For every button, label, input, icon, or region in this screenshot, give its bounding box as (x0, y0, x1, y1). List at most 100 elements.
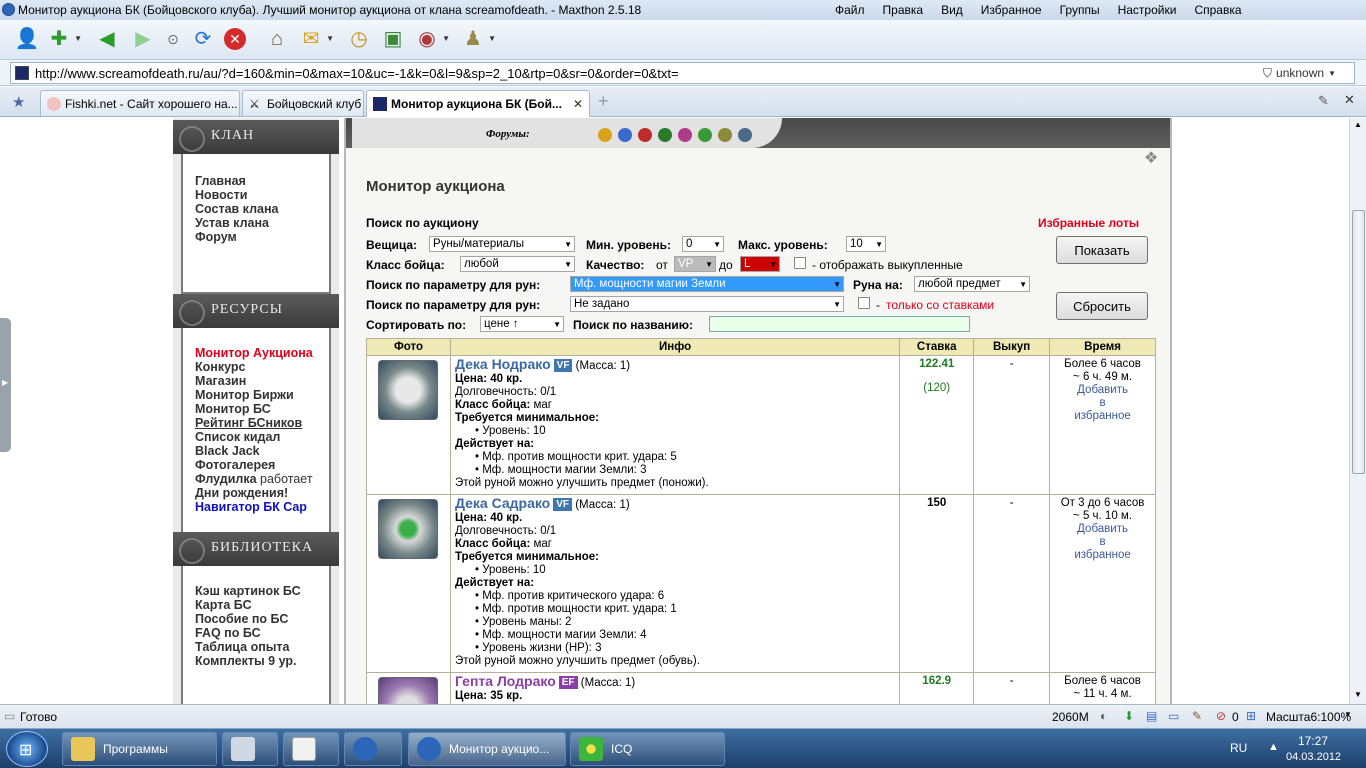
language-indicator[interactable]: RU (1230, 741, 1247, 755)
screenshot-icon[interactable]: ▭ (1168, 709, 1179, 723)
forum-icon-7[interactable] (718, 128, 732, 142)
sidebar-link-exchange-monitor[interactable]: Монитор Биржи (183, 388, 329, 402)
min-level-select[interactable]: 0 (682, 236, 724, 252)
clock-icon[interactable]: ◷ (346, 26, 372, 52)
rune-param2-select[interactable]: Не задано (570, 296, 844, 312)
item-name-link[interactable]: Дека Садрако (455, 495, 550, 511)
sidebar-link-sets[interactable]: Комплекты 9 ур. (183, 654, 329, 668)
sidebar-link-image-cache[interactable]: Кэш картинок БС (183, 584, 329, 598)
reset-button[interactable]: Сбросить (1056, 292, 1148, 320)
mouse-icon[interactable]: ◐ (1100, 709, 1107, 723)
rune-on-select[interactable]: любой предмет (914, 276, 1030, 292)
forum-icon-5[interactable] (678, 128, 692, 142)
home-icon[interactable]: ⌂ (264, 26, 290, 52)
sidebar-link-shop[interactable]: Магазин (183, 374, 329, 388)
name-search-input[interactable] (709, 316, 970, 332)
privacy-mask-icon[interactable]: ◉ ▼ (414, 26, 450, 52)
tab-fight-club[interactable]: ⚔ Бойцовский клуб (242, 90, 364, 116)
chevron-down-icon[interactable]: ▼ (1328, 69, 1336, 78)
sidebar-link-black-jack[interactable]: Black Jack (183, 444, 329, 458)
sidebar-link-bs-map[interactable]: Карта БС (183, 598, 329, 612)
forum-icon-6[interactable] (698, 128, 712, 142)
show-button[interactable]: Показать (1056, 236, 1148, 264)
scroll-down-icon[interactable]: ▼ (1354, 690, 1362, 699)
sidebar-link-news[interactable]: Новости (183, 188, 329, 202)
add-to-favorites-link[interactable]: Добавить в избранное (1074, 523, 1130, 561)
sidebar-link-birthdays[interactable]: Дни рождения! (183, 486, 329, 500)
chevron-down-icon[interactable]: ▼ (74, 35, 82, 43)
menu-groups[interactable]: Группы (1051, 0, 1109, 20)
sidebar-link-navigator[interactable]: Навигатор БК Cap (183, 500, 329, 514)
forum-icon-3[interactable] (638, 128, 652, 142)
add-to-favorites-link[interactable]: Добавить в избранное (1074, 384, 1130, 422)
close-tab-icon[interactable]: ✕ (567, 97, 583, 111)
taskbar-auction-window[interactable]: Монитор аукцио... (408, 732, 566, 766)
max-level-select[interactable]: 10 (846, 236, 886, 252)
item-select[interactable]: Руны/материалы (429, 236, 575, 252)
tab-fishki[interactable]: Fishki.net - Сайт хорошего на... (40, 90, 240, 116)
rune-image[interactable] (378, 499, 439, 559)
sidebar-link-photo-gallery[interactable]: Фотогалерея (183, 458, 329, 472)
new-tab-plus-icon[interactable]: + (598, 91, 609, 112)
tab-auction-monitor[interactable]: Монитор аукциона БК (Бой... ✕ (366, 90, 590, 117)
user-icon[interactable]: 👤 (14, 26, 40, 52)
zoom-icon[interactable]: ⊞ (1246, 709, 1256, 723)
clock-date[interactable]: 04.03.2012 (1286, 751, 1341, 763)
star-icon[interactable]: ★ (12, 93, 25, 111)
sidebar-link-bs-faq[interactable]: FAQ по БС (183, 626, 329, 640)
popup-blocker-icon[interactable]: ⊘ (1216, 709, 1226, 723)
sidebar-link-home[interactable]: Главная (183, 174, 329, 188)
sidebar-link-contest[interactable]: Конкурс (183, 360, 329, 374)
menu-edit[interactable]: Правка (874, 0, 933, 20)
favorites-folder-icon[interactable]: ✉ ▼ (298, 26, 334, 52)
taskbar-programs[interactable]: Программы (62, 732, 217, 766)
zoom-level[interactable]: Масшта6:100% (1266, 710, 1351, 724)
wrench-icon[interactable]: ✎ (1318, 93, 1329, 109)
sidebar-link-clan-members[interactable]: Состав клана (183, 202, 329, 216)
menu-favorites[interactable]: Избранное (972, 0, 1051, 20)
menu-settings[interactable]: Настройки (1109, 0, 1186, 20)
sidebar-link-exp-table[interactable]: Таблица опыта (183, 640, 329, 654)
tray-arrow-icon[interactable]: ▲ (1268, 741, 1279, 753)
new-tab-icon[interactable]: ✚ ▼ (46, 26, 82, 52)
only-bids-checkbox[interactable] (858, 297, 870, 309)
sidebar-link-flood[interactable]: Флудилка работает (183, 472, 329, 486)
sidebar-link-forum[interactable]: Форум (183, 230, 329, 244)
forum-icon-1[interactable] (598, 128, 612, 142)
network-icon[interactable]: ▤ (1146, 709, 1157, 723)
chevron-down-icon[interactable]: ▼ (442, 35, 450, 43)
item-name-link[interactable]: Гепта Лодрако (455, 673, 556, 689)
chevron-down-icon[interactable]: ▼ (326, 35, 334, 43)
sidebar-link-bs-guide[interactable]: Пособие по БС (183, 612, 329, 626)
stop-icon[interactable]: ✕ (224, 28, 246, 50)
vertical-scrollbar[interactable]: ▲ ▼ (1349, 118, 1366, 704)
forward-arrow-icon[interactable]: ▶ (130, 26, 156, 52)
menu-view[interactable]: Вид (932, 0, 972, 20)
page-icon[interactable]: ▣ (380, 26, 406, 52)
scrollbar-thumb[interactable] (1352, 210, 1365, 474)
address-input[interactable]: http://www.screamofdeath.ru/au/?d=160&mi… (10, 62, 1355, 84)
chevron-down-icon[interactable]: ▼ (488, 35, 496, 43)
users-icon[interactable]: ♟ ▼ (460, 26, 496, 52)
sidebar-link-auction-monitor[interactable]: Монитор Аукциона (183, 346, 329, 360)
clock-time[interactable]: 17:27 (1298, 734, 1328, 748)
edit-icon[interactable]: ✎ (1192, 709, 1202, 723)
side-panel-handle[interactable]: ▶ (0, 318, 11, 452)
scroll-up-icon[interactable]: ▲ (1354, 120, 1362, 129)
close-icon[interactable]: ✕ (1344, 92, 1355, 108)
sidebar-link-bs-monitor[interactable]: Монитор БС (183, 402, 329, 416)
taskbar-maxthon[interactable] (344, 732, 402, 766)
quality-to-select[interactable]: L (740, 256, 780, 272)
item-name-link[interactable]: Дека Нодрако (455, 356, 551, 372)
forum-icon-4[interactable] (658, 128, 672, 142)
download-icon[interactable]: ⬇ (1124, 709, 1134, 723)
sort-select[interactable]: цене ↑ (480, 316, 564, 332)
start-button[interactable]: ⊞ (6, 731, 48, 767)
refresh-icon[interactable]: ⟳ (190, 26, 216, 52)
back-arrow-icon[interactable]: ◀ (94, 26, 120, 52)
sidebar-link-bs-rating[interactable]: Рейтинг БСников (183, 416, 329, 430)
taskbar-icq[interactable]: ICQ (570, 732, 725, 766)
menu-file[interactable]: Файл (826, 0, 874, 20)
fighter-class-select[interactable]: любой (460, 256, 575, 272)
quality-from-select[interactable]: VP (674, 256, 716, 272)
